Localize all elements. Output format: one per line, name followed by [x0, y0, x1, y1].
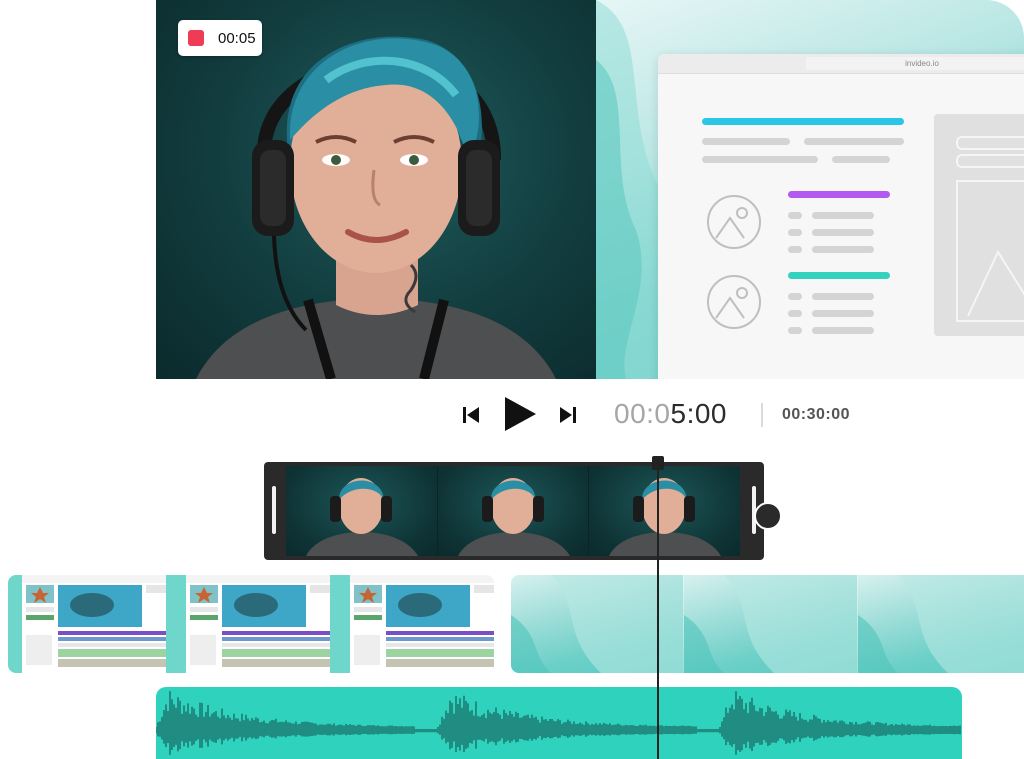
wireframe-bullet — [788, 229, 802, 236]
wireframe-text-line — [832, 156, 890, 163]
wireframe-text-line — [804, 138, 904, 145]
record-icon — [188, 30, 204, 46]
frame-thumbnail — [306, 478, 418, 556]
wireframe-bullet — [788, 293, 802, 300]
wireframe-bullet — [788, 327, 802, 334]
screen-clip-thumbnail — [350, 575, 494, 673]
wireframe-text-line — [812, 327, 874, 334]
playback-controls: 00:05:00 00:30:00 — [0, 390, 1024, 440]
current-time: 00:05:00 — [614, 398, 727, 430]
frame-thumbnail — [457, 478, 570, 556]
wireframe-subheading — [788, 191, 890, 198]
image-placeholder-icon — [707, 195, 761, 249]
wireframe-text-line — [702, 156, 818, 163]
video-clip-trimmer[interactable] — [264, 462, 764, 560]
browser-window: invideo.io — [658, 54, 1024, 379]
time-divider — [761, 403, 763, 427]
playhead[interactable] — [657, 462, 659, 759]
background-clip-thumbnail — [857, 575, 1024, 673]
wireframe-field — [956, 154, 1024, 168]
wireframe-bullet — [788, 310, 802, 317]
current-time-value: 5:00 — [670, 398, 727, 429]
clip-frames — [286, 466, 740, 556]
screen-clip-thumbnail — [186, 575, 330, 673]
wireframe-text-line — [812, 212, 874, 219]
background-track[interactable] — [511, 575, 1024, 673]
wireframe-text-line — [812, 229, 874, 236]
clip-frame — [589, 466, 740, 556]
clip-frame — [286, 466, 438, 556]
browser-toolbar: invideo.io — [658, 54, 1024, 74]
wireframe-text-line — [702, 138, 790, 145]
skip-forward-icon[interactable] — [559, 405, 577, 425]
audio-waveform — [156, 691, 961, 755]
frame-thumbnail — [609, 478, 722, 556]
editor-thumbnail — [22, 575, 166, 667]
image-placeholder-icon — [707, 275, 761, 329]
play-icon[interactable] — [502, 395, 538, 433]
image-placeholder-icon — [956, 180, 1024, 322]
editor-thumbnail — [350, 575, 494, 667]
background-clip-thumbnail — [684, 575, 858, 673]
waveform-path — [156, 691, 961, 755]
screen-preview: invideo.io — [596, 0, 1024, 379]
audio-track[interactable] — [156, 687, 962, 759]
wireframe-text-line — [812, 293, 874, 300]
presenter-illustration — [196, 36, 556, 379]
wireframe-field — [956, 136, 1024, 150]
current-time-leading: 00:0 — [614, 398, 671, 429]
wave-shape — [857, 575, 1024, 673]
wireframe-bullet — [788, 212, 802, 219]
recording-elapsed-time: 00:05 — [218, 29, 256, 47]
clip-frame — [437, 466, 590, 556]
trim-handle-left[interactable] — [272, 486, 276, 534]
webcam-preview: 00:05 — [156, 0, 596, 379]
wireframe-heading — [702, 118, 904, 125]
total-duration: 00:30:00 — [782, 406, 851, 423]
screen-recording-track[interactable] — [8, 575, 494, 673]
editor-thumbnail — [186, 575, 330, 667]
wireframe-subheading — [788, 272, 890, 279]
wireframe-text-line — [812, 310, 874, 317]
screen-clip-thumbnail — [22, 575, 166, 673]
wave-shape — [684, 575, 857, 673]
skip-back-icon[interactable] — [462, 405, 480, 425]
wireframe-sidebar-card — [934, 114, 1024, 336]
browser-url-bar[interactable]: invideo.io — [806, 57, 1024, 70]
wireframe-text-line — [812, 246, 874, 253]
trim-drag-handle[interactable] — [754, 502, 782, 530]
wireframe-bullet — [788, 246, 802, 253]
playhead-handle[interactable] — [652, 456, 664, 470]
recording-indicator: 00:05 — [178, 20, 262, 56]
